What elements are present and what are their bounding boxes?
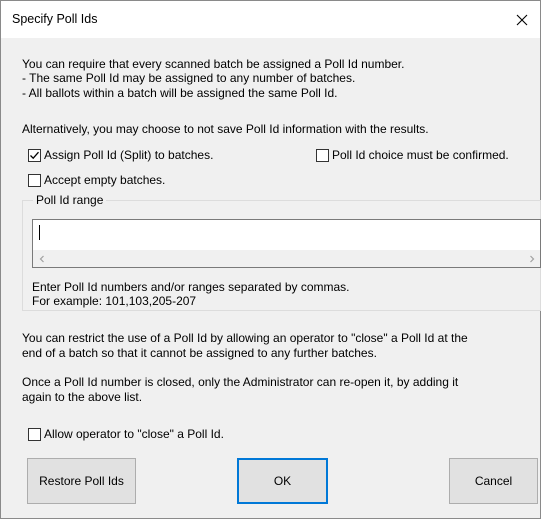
- intro-text-line3: - All ballots within a batch will be ass…: [22, 86, 338, 100]
- allow-close-label: Allow operator to "close" a Poll Id.: [44, 427, 224, 441]
- scroll-left-button[interactable]: [33, 250, 50, 267]
- range-hint-line1: Enter Poll Id numbers and/or ranges sepa…: [32, 280, 350, 294]
- allow-close-checkbox[interactable]: [28, 427, 41, 441]
- window-title: Specify Poll Ids: [12, 12, 98, 26]
- confirm-poll-id-option[interactable]: Poll Id choice must be confirmed.: [316, 148, 509, 162]
- chevron-right-icon: [529, 255, 534, 262]
- ok-button[interactable]: OK: [237, 458, 328, 504]
- assign-poll-id-option[interactable]: Assign Poll Id (Split) to batches.: [28, 148, 213, 162]
- accept-empty-checkbox[interactable]: [28, 173, 41, 187]
- intro-text-line2: - The same Poll Id may be assigned to an…: [22, 71, 356, 85]
- accept-empty-label: Accept empty batches.: [44, 173, 166, 187]
- close-info-line2: end of a batch so that it cannot be assi…: [22, 346, 377, 360]
- close-info-line4: again to the above list.: [22, 390, 143, 404]
- title-bar: Specify Poll Ids: [1, 1, 540, 38]
- confirm-poll-id-checkbox[interactable]: [316, 148, 329, 162]
- confirm-poll-id-label: Poll Id choice must be confirmed.: [332, 148, 509, 162]
- close-info-line3: Once a Poll Id number is closed, only th…: [22, 375, 459, 389]
- specify-poll-ids-dialog: Specify Poll Ids You can require that ev…: [0, 0, 541, 519]
- assign-poll-id-checkbox[interactable]: [28, 148, 41, 162]
- allow-close-option[interactable]: Allow operator to "close" a Poll Id.: [28, 427, 224, 441]
- chevron-left-icon: [39, 255, 44, 262]
- poll-id-range-input[interactable]: [32, 219, 541, 268]
- close-info-line1: You can restrict the use of a Poll Id by…: [22, 331, 468, 345]
- close-button[interactable]: [504, 1, 540, 38]
- checkmark-icon: [30, 151, 39, 159]
- cancel-button[interactable]: Cancel: [449, 458, 538, 504]
- close-icon: [516, 14, 528, 25]
- scroll-right-button[interactable]: [523, 250, 540, 267]
- intro-text-line1: You can require that every scanned batch…: [22, 57, 405, 71]
- assign-poll-id-label: Assign Poll Id (Split) to batches.: [44, 148, 214, 162]
- poll-id-range-label: Poll Id range: [33, 193, 107, 208]
- range-hint-line2: For example: 101,103,205-207: [32, 294, 197, 308]
- alternative-text: Alternatively, you may choose to not sav…: [22, 122, 429, 136]
- horizontal-scrollbar[interactable]: [33, 250, 540, 267]
- accept-empty-option[interactable]: Accept empty batches.: [28, 173, 165, 187]
- restore-poll-ids-button[interactable]: Restore Poll Ids: [27, 458, 136, 504]
- text-caret: [39, 225, 40, 240]
